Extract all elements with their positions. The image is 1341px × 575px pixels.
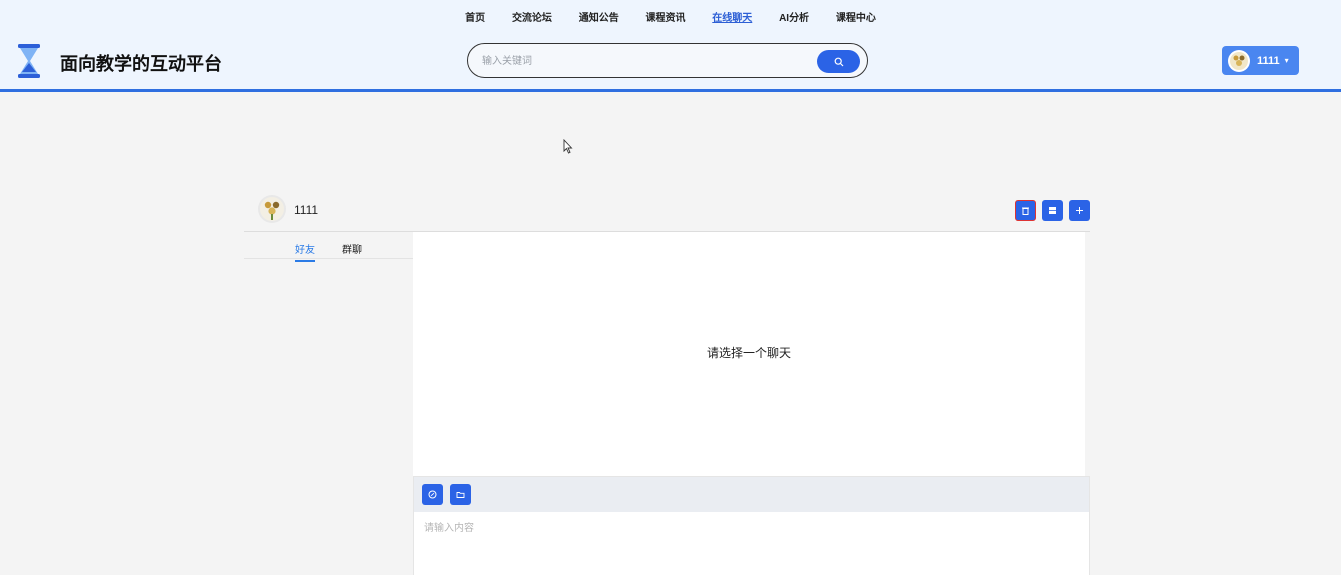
- chevron-down-icon: ▾: [1284, 56, 1289, 65]
- current-user-name: 1111: [294, 203, 319, 217]
- nav-course-center[interactable]: 课程中心: [836, 9, 876, 24]
- tab-friends[interactable]: 好友: [295, 241, 315, 262]
- contact-tabs: 好友 群聊: [244, 232, 413, 262]
- message-input[interactable]: [424, 519, 1074, 569]
- nav-course-news[interactable]: 课程资讯: [646, 9, 686, 24]
- file-button[interactable]: [450, 484, 471, 505]
- site-title: 面向教学的互动平台: [60, 54, 222, 75]
- top-header: 首页 交流论坛 通知公告 课程资讯 在线聊天 AI分析 课程中心 面向教学的互动…: [0, 0, 1341, 92]
- composer-toolbar: [414, 477, 1089, 512]
- mouse-cursor-icon: [563, 139, 573, 154]
- plus-icon: [1076, 207, 1083, 214]
- search-box: [467, 43, 868, 78]
- nav-online-chat[interactable]: 在线聊天: [712, 9, 752, 24]
- contact-panel: 好友 群聊: [244, 232, 413, 575]
- trash-icon: [1022, 207, 1029, 215]
- search-button[interactable]: [817, 50, 860, 73]
- emoji-button[interactable]: [422, 484, 443, 505]
- grid-icon: [1049, 207, 1056, 214]
- user-menu-button[interactable]: 1111 ▾: [1222, 46, 1299, 75]
- nav-home[interactable]: 首页: [465, 9, 485, 24]
- delete-button[interactable]: [1015, 200, 1036, 221]
- avatar: [1228, 49, 1250, 72]
- chat-toolbar: [1015, 200, 1090, 221]
- main-nav: 首页 交流论坛 通知公告 课程资讯 在线聊天 AI分析 课程中心: [0, 9, 1341, 24]
- flower-avatar-icon: [260, 197, 284, 221]
- chat-header: 1111: [244, 190, 1090, 232]
- nav-forum[interactable]: 交流论坛: [512, 9, 552, 24]
- nav-ai-analysis[interactable]: AI分析: [779, 9, 809, 24]
- message-composer: [413, 476, 1090, 575]
- add-button[interactable]: [1069, 200, 1090, 221]
- nav-notices[interactable]: 通知公告: [579, 9, 619, 24]
- grid-button[interactable]: [1042, 200, 1063, 221]
- avatar: [258, 195, 286, 223]
- user-name: 1111: [1257, 54, 1280, 67]
- tab-groups[interactable]: 群聊: [342, 241, 362, 256]
- empty-chat-message: 请选择一个聊天: [706, 346, 791, 360]
- hourglass-logo-icon: [18, 44, 40, 78]
- chat-area: 请选择一个聊天: [413, 232, 1085, 476]
- emoji-icon: [428, 490, 437, 499]
- folder-icon: [456, 492, 465, 498]
- flower-avatar-icon: [1230, 51, 1248, 70]
- search-icon: [834, 57, 843, 66]
- search-input[interactable]: [482, 53, 802, 69]
